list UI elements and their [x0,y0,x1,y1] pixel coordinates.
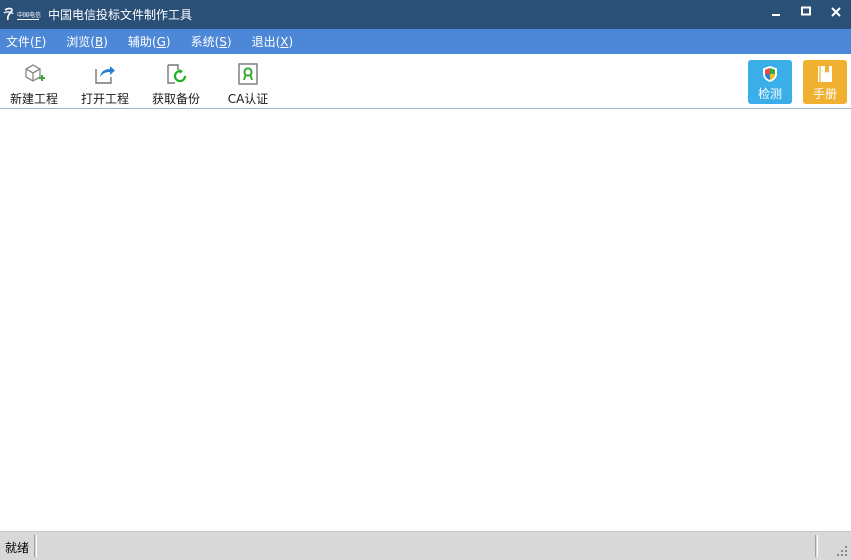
maximize-icon [801,6,811,16]
menu-file[interactable]: 文件(F) [6,33,46,50]
menu-bar: 文件(F) 浏览(B) 辅助(G) 系统(S) 退出(X) [0,29,851,54]
close-button[interactable] [821,0,851,24]
menu-assist[interactable]: 辅助(G) [128,33,171,50]
main-content-area [0,110,851,530]
status-bar: 就绪 [0,531,851,560]
menu-exit-key: X [280,35,289,49]
toolbar: 新建工程 打开工程 获取备份 CA认证 检测 手册 [0,54,851,109]
menu-exit-label: 退出( [251,35,281,49]
china-telecom-logo: 中国电信 [0,0,44,29]
new-project-label: 新建工程 [9,92,58,106]
get-backup-label: 获取备份 [151,92,200,106]
resize-grip-icon[interactable] [836,545,848,557]
menu-assist-label: 辅助( [127,35,157,49]
maximize-button[interactable] [791,0,821,24]
menu-system-label: 系统( [190,35,220,49]
new-project-icon [25,64,45,82]
ca-auth-button[interactable]: CA认证 [222,54,274,108]
menu-file-close: ) [41,35,47,49]
backup-icon [167,64,187,84]
check-button[interactable]: 检测 [748,60,792,104]
svg-text:中国电信: 中国电信 [17,11,41,19]
get-backup-button[interactable]: 获取备份 [150,54,202,108]
open-project-label: 打开工程 [80,92,129,106]
open-project-button[interactable]: 打开工程 [79,54,131,108]
menu-browse-close: ) [103,35,108,49]
shield-icon [763,66,777,82]
menu-exit-close: ) [288,35,294,49]
menu-system-key: S [219,35,227,49]
status-separator-right [815,535,818,557]
certificate-icon [238,63,258,85]
open-project-icon [95,66,115,84]
title-bar: 中国电信 中国电信投标文件制作工具 [0,0,851,29]
menu-assist-close: ) [165,35,171,49]
check-label: 检测 [757,87,782,101]
menu-browse-key: B [94,35,104,49]
minimize-button[interactable] [761,0,791,24]
status-separator [34,535,37,557]
menu-file-key: F [34,35,42,49]
menu-system-close: ) [226,35,232,49]
menu-exit[interactable]: 退出(X) [252,33,294,50]
menu-assist-key: G [156,35,166,49]
manual-label: 手册 [812,87,837,101]
new-project-button[interactable]: 新建工程 [8,54,60,108]
window-title: 中国电信投标文件制作工具 [48,8,193,22]
menu-file-label: 文件( [6,35,35,49]
close-icon [831,7,841,17]
menu-system[interactable]: 系统(S) [191,33,232,50]
menu-browse[interactable]: 浏览(B) [66,33,108,50]
menu-browse-label: 浏览( [66,35,95,49]
status-text: 就绪 [5,541,30,555]
minimize-icon [772,14,780,16]
manual-button[interactable]: 手册 [803,60,847,104]
book-icon [818,66,832,82]
ca-auth-label: CA认证 [227,92,269,106]
